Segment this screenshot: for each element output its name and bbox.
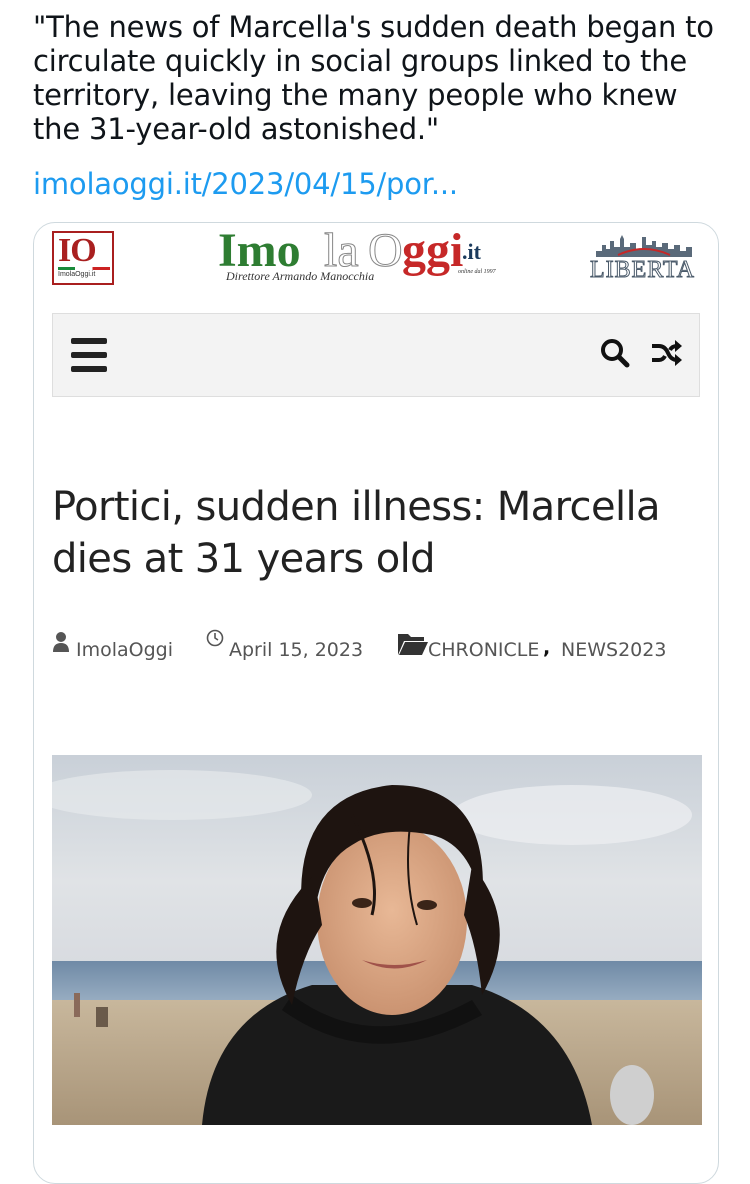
online-since: online dal 1997	[458, 269, 496, 275]
article-date: April 15, 2023	[229, 639, 364, 661]
shuffle-icon[interactable]	[649, 336, 683, 370]
io-logo-text: IO	[58, 232, 97, 269]
beach-portrait-image	[52, 755, 702, 1125]
article-meta: ImolaOggi April 15, 2023 CHRONICLE , NEW…	[52, 629, 702, 661]
link-preview-card[interactable]: IO ImolaOggi.it Imo la O ggi .it Diretto…	[33, 222, 719, 1184]
search-icon[interactable]	[598, 336, 632, 370]
io-logo-subtitle: ImolaOggi.it	[58, 271, 96, 278]
skyline-icon	[596, 235, 692, 257]
article-title[interactable]: Portici, sudden illness: Marcella dies a…	[52, 481, 702, 585]
category-separator: ,	[543, 637, 551, 659]
article-photo[interactable]	[52, 755, 702, 1125]
tweet-text: "The news of Marcella's sudden death beg…	[33, 10, 714, 146]
director-line: Direttore Armando Manocchia	[226, 269, 375, 283]
imolaoggi-logo[interactable]: Imo la O ggi .it Direttore Armando Manoc…	[218, 224, 538, 285]
flag-stripe	[58, 267, 110, 270]
folder-icon	[398, 634, 428, 655]
site-nav-bar	[52, 313, 700, 397]
logo-part-ggi: ggi	[402, 224, 464, 277]
user-icon	[53, 632, 69, 652]
category-news2023[interactable]: NEWS2023	[561, 639, 666, 661]
tweet-link[interactable]: imolaoggi.it/2023/04/15/por...	[33, 167, 458, 201]
site-header: IO ImolaOggi.it Imo la O ggi .it Diretto…	[34, 223, 718, 303]
clock-icon	[206, 629, 224, 647]
io-logo[interactable]: IO ImolaOggi.it	[52, 231, 114, 285]
piazza-liberta-logo[interactable]: LIBERTA	[586, 233, 702, 284]
category-chronicle[interactable]: CHRONICLE	[428, 639, 539, 661]
logo-part-it: .it	[462, 239, 481, 264]
author-link[interactable]: ImolaOggi	[76, 639, 173, 661]
liberta-text: LIBERTA	[590, 257, 695, 284]
menu-icon[interactable]	[71, 338, 107, 372]
